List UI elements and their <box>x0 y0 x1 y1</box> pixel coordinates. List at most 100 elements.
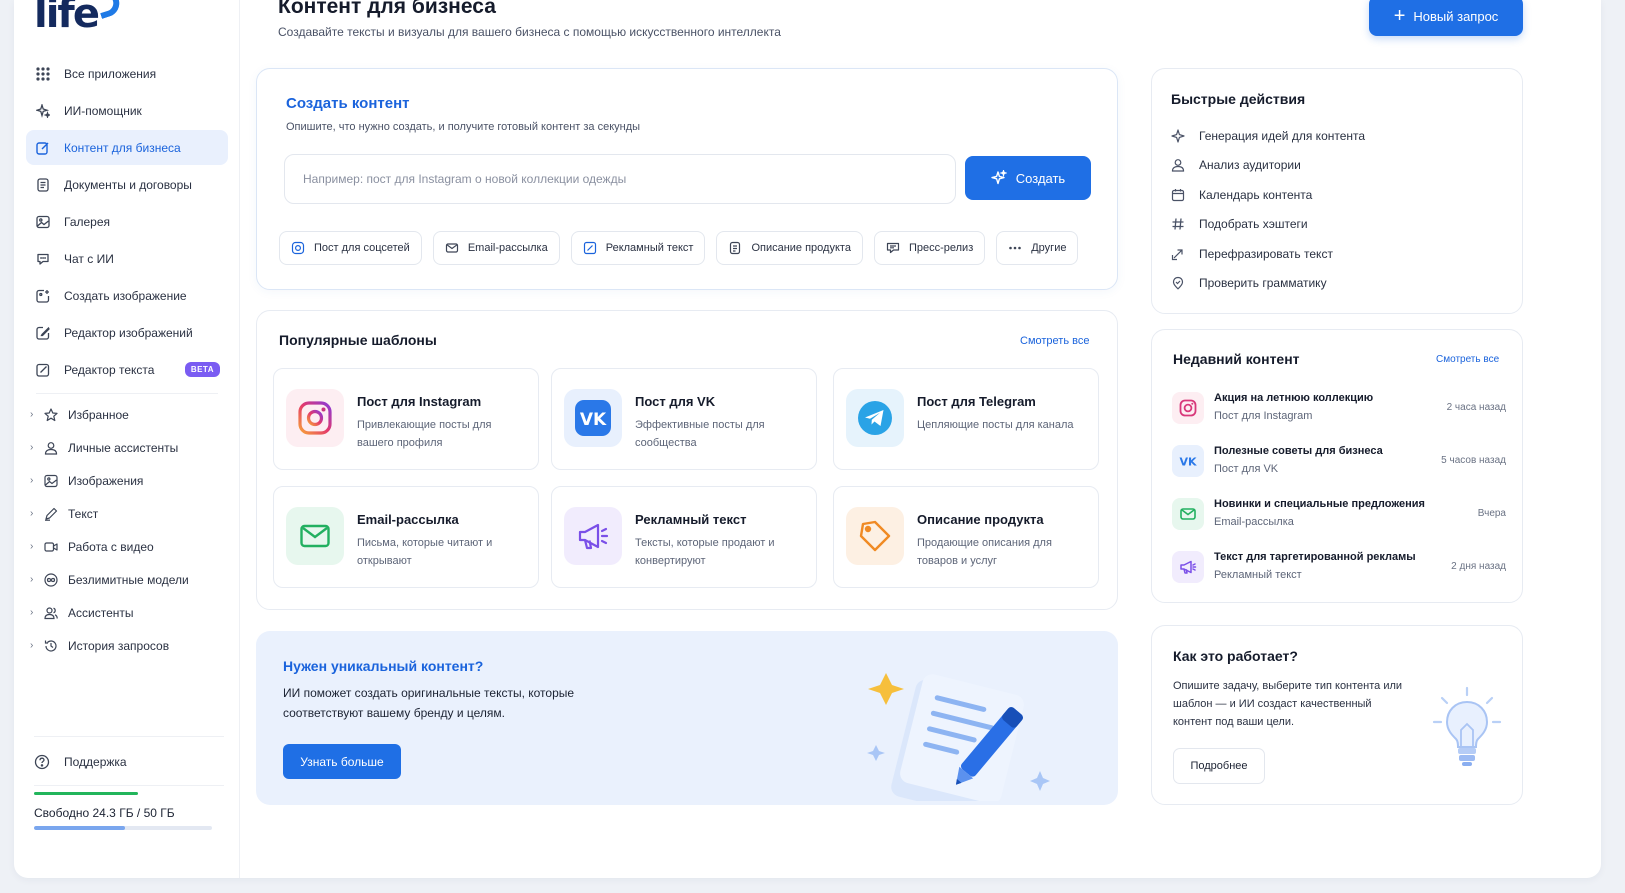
recent-content-card: Недавний контент Смотреть все Акция на л… <box>1151 329 1523 603</box>
sidebar-group-favorites[interactable]: › Избранное <box>30 398 230 431</box>
sidebar-group-history[interactable]: › История запросов <box>30 629 230 662</box>
recent-see-all-link[interactable]: Смотреть все <box>1436 354 1499 365</box>
quick-action-content-calendar[interactable]: Календарь контента <box>1171 188 1312 202</box>
template-card-product-description[interactable]: Описание продукта Продающие описания для… <box>833 486 1099 588</box>
recent-item-time: 2 дня назад <box>1451 561 1506 572</box>
chip-label: Другие <box>1031 242 1067 254</box>
templates-see-all-link[interactable]: Смотреть все <box>1020 335 1089 347</box>
quick-action-content-ideas[interactable]: Генерация идей для контента <box>1171 129 1365 143</box>
template-title: Описание продукта <box>917 512 1044 527</box>
sidebar-item-business-content[interactable]: Контент для бизнеса <box>26 130 228 165</box>
chip-social-post[interactable]: Пост для соцсетей <box>279 231 422 265</box>
edit-square-icon <box>36 141 50 155</box>
promo-title: Нужен уникальный контент? <box>283 658 484 674</box>
template-card-vk[interactable]: VK Пост для VK Эффективные посты для соо… <box>551 368 817 470</box>
telegram-icon <box>846 389 904 447</box>
create-content-title: Создать контент <box>286 95 410 112</box>
plus-icon: + <box>1393 5 1406 27</box>
quick-action-audience-analysis[interactable]: Анализ аудитории <box>1171 158 1301 172</box>
template-card-telegram[interactable]: Пост для Telegram Цепляющие посты для ка… <box>833 368 1099 470</box>
quick-action-label: Перефразировать текст <box>1199 247 1333 261</box>
storage-accent-line <box>34 792 138 795</box>
sidebar-item-label: Создать изображение <box>64 288 187 303</box>
recent-item[interactable]: Новинки и специальные предложения Email-… <box>1172 494 1506 536</box>
recent-item[interactable]: VK Полезные советы для бизнеса Пост для … <box>1172 441 1506 483</box>
sidebar-group-text[interactable]: › Текст <box>30 497 230 530</box>
quick-action-grammar[interactable]: Проверить грамматику <box>1171 276 1327 290</box>
how-it-works-card: Как это работает? Опишите задачу, выбери… <box>1151 625 1523 805</box>
chip-product-description[interactable]: Описание продукта <box>716 231 863 265</box>
template-card-instagram[interactable]: Пост для Instagram Привлекающие посты дл… <box>273 368 539 470</box>
create-button[interactable]: Создать <box>965 156 1091 200</box>
how-it-works-title: Как это работает? <box>1173 648 1298 664</box>
vk-icon: VK <box>1172 445 1204 477</box>
template-desc: Цепляющие посты для канала <box>917 419 1074 431</box>
recent-item[interactable]: Акция на летнюю коллекцию Пост для Insta… <box>1172 388 1506 430</box>
logo[interactable]: life <box>34 0 123 34</box>
sidebar-item-create-image[interactable]: Создать изображение <box>26 278 228 313</box>
sidebar-group-unlimited-models[interactable]: › Безлимитные модели <box>30 563 230 596</box>
sidebar-group-label: Безлимитные модели <box>68 572 189 587</box>
content-prompt-input[interactable] <box>284 154 956 204</box>
chevron-right-icon: › <box>30 442 34 453</box>
chip-ad-text[interactable]: Рекламный текст <box>570 231 706 265</box>
quick-action-hashtags[interactable]: Подобрать хэштеги <box>1171 217 1308 231</box>
template-desc: Продающие описания для товаров и услуг <box>917 537 1052 567</box>
user-icon <box>44 441 58 455</box>
sidebar-group-label: Текст <box>68 506 99 521</box>
image-icon <box>36 215 50 229</box>
sparkle-icon <box>991 170 1007 186</box>
chip-other[interactable]: Другие <box>996 231 1079 265</box>
chip-email[interactable]: Email-рассылка <box>432 231 560 265</box>
recent-item-time: 5 часов назад <box>1441 455 1506 466</box>
sidebar-item-gallery[interactable]: Галерея <box>26 204 228 239</box>
sidebar-item-text-editor[interactable]: Редактор текста BETA <box>26 352 228 387</box>
hashtag-icon <box>1171 217 1185 231</box>
svg-text:VK: VK <box>580 410 607 430</box>
recent-item[interactable]: Текст для таргетированной рекламы Реклам… <box>1172 547 1506 589</box>
instagram-icon <box>1172 392 1204 424</box>
templates-title: Популярные шаблоны <box>279 332 437 348</box>
chevron-right-icon: › <box>30 475 34 486</box>
sidebar-item-label: ИИ-помощник <box>64 103 142 118</box>
support-link[interactable]: Поддержка <box>34 748 127 776</box>
sidebar-group-label: Ассистенты <box>68 605 134 620</box>
create-content-desc: Опишите, что нужно создать, и получите г… <box>286 121 641 133</box>
template-desc: Привлекающие посты для вашего профиля <box>357 419 492 449</box>
tag-icon <box>846 507 904 565</box>
sidebar-group-personal-assistants[interactable]: › Личные ассистенты <box>30 431 230 464</box>
sidebar-group-images[interactable]: › Изображения <box>30 464 230 497</box>
new-request-button[interactable]: + Новый запрос <box>1369 0 1523 36</box>
template-card-email[interactable]: Email-рассылка Письма, которые читают и … <box>273 486 539 588</box>
sidebar-item-image-editor[interactable]: Редактор изображений <box>26 315 228 350</box>
recent-item-time: Вчера <box>1477 508 1506 519</box>
chip-press-release[interactable]: Пресс-релиз <box>873 231 986 265</box>
sidebar-item-ai-chat[interactable]: Чат с ИИ <box>26 241 228 276</box>
rephrase-icon <box>1171 247 1185 261</box>
sidebar-divider <box>34 736 224 737</box>
quick-actions-title: Быстрые действия <box>1171 91 1306 107</box>
template-card-ad-text[interactable]: Рекламный текст Тексты, которые продают … <box>551 486 817 588</box>
sidebar-group-label: Личные ассистенты <box>68 440 179 455</box>
sidebar-group-assistants[interactable]: › Ассистенты <box>30 596 230 629</box>
document-pencil-illustration <box>856 661 1056 805</box>
chevron-right-icon: › <box>30 640 34 651</box>
sidebar-item-documents[interactable]: Документы и договоры <box>26 167 228 202</box>
sparkle-icon <box>36 103 50 118</box>
sidebar-divider <box>36 393 218 394</box>
details-button[interactable]: Подробнее <box>1173 748 1265 784</box>
sidebar-group-video[interactable]: › Работа с видео <box>30 530 230 563</box>
content-type-chips: Пост для соцсетей Email-рассылка Рекламн… <box>279 231 1089 265</box>
sidebar-group-label: Избранное <box>68 407 129 422</box>
mail-icon <box>445 241 459 255</box>
quick-action-label: Анализ аудитории <box>1199 158 1301 172</box>
chevron-right-icon: › <box>30 607 34 618</box>
chevron-right-icon: › <box>30 409 34 420</box>
sidebar-item-all-apps[interactable]: Все приложения <box>26 56 228 91</box>
sidebar-divider <box>34 785 224 786</box>
popular-templates-card: Популярные шаблоны Смотреть все Пост для… <box>256 310 1118 610</box>
quick-action-rephrase[interactable]: Перефразировать текст <box>1171 247 1333 261</box>
storage-progress-fill <box>34 826 126 830</box>
learn-more-button[interactable]: Узнать больше <box>283 744 401 779</box>
sidebar-item-ai-assistant[interactable]: ИИ-помощник <box>26 93 228 128</box>
